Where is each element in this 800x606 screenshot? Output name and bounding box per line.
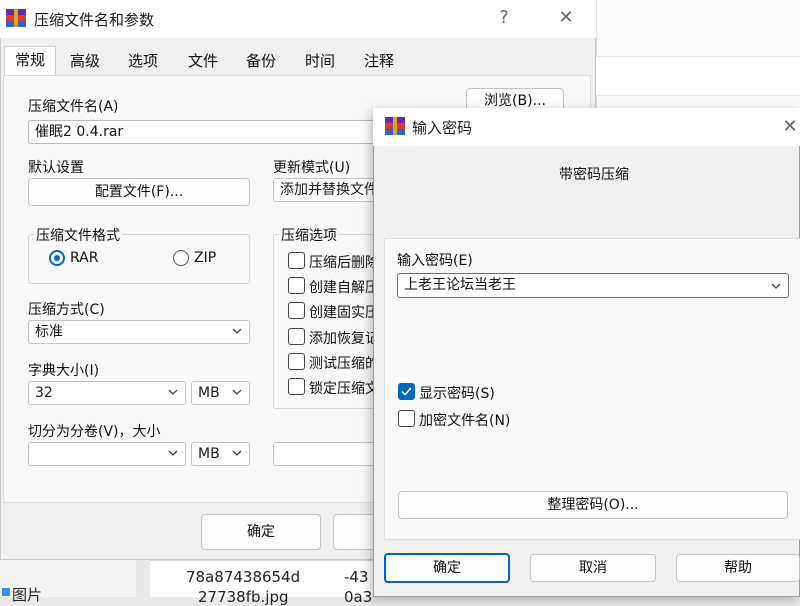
default-settings-label: 默认设置 <box>28 160 84 176</box>
compression-method-select[interactable]: 标准 <box>28 320 250 344</box>
option-lock-label[interactable]: 锁定压缩文 <box>309 378 379 398</box>
main-dialog-title: 压缩文件名和参数 <box>34 11 155 29</box>
option-checkbox[interactable] <box>288 378 305 395</box>
archive-name-input[interactable]: 催眠2 0.4.rar <box>28 120 378 144</box>
tab-files[interactable]: 文件 <box>180 48 226 74</box>
chevron-down-icon <box>232 450 242 456</box>
chevron-down-icon <box>168 389 178 395</box>
explorer-toolbar-strip <box>596 56 800 96</box>
chevron-down-icon[interactable] <box>770 280 782 292</box>
dictionary-size-select[interactable]: 32 <box>28 381 186 405</box>
password-ok-button[interactable]: 确定 <box>384 553 510 583</box>
pictures-folder-icon <box>2 588 10 596</box>
password-input[interactable]: 上老王论坛当老王 <box>397 273 789 298</box>
password-value: 上老王论坛当老王 <box>404 277 516 293</box>
profiles-button[interactable]: 配置文件(F)... <box>28 178 250 206</box>
file-name-cell[interactable]: -43 <box>344 568 369 586</box>
password-label: 输入密码(E) <box>397 253 473 269</box>
chevron-down-icon <box>168 450 178 456</box>
option-checkbox[interactable] <box>288 328 305 345</box>
format-rar-radio[interactable] <box>49 250 65 266</box>
file-name-cell[interactable]: 27738fb.jpg <box>198 588 289 606</box>
option-test-label[interactable]: 测试压缩的 <box>309 353 379 373</box>
encrypt-names-checkbox[interactable] <box>398 410 415 427</box>
option-create-sfx-label[interactable]: 创建自解压 <box>309 277 379 297</box>
option-solid-label[interactable]: 创建固实压 <box>309 302 379 322</box>
option-checkbox[interactable] <box>288 252 305 269</box>
archive-format-label: 压缩文件格式 <box>34 225 122 245</box>
compression-method-value: 标准 <box>35 324 63 340</box>
tab-options[interactable]: 选项 <box>120 48 166 74</box>
option-delete-after-label[interactable]: 压缩后删除 <box>309 252 379 272</box>
volume-options-select[interactable] <box>273 442 378 466</box>
option-recovery-label[interactable]: 添加恢复记 <box>309 328 379 348</box>
close-icon[interactable]: ✕ <box>556 8 576 28</box>
close-icon[interactable]: ✕ <box>780 117 800 137</box>
dictionary-size-value: 32 <box>35 385 53 401</box>
format-zip-radio[interactable] <box>173 250 189 266</box>
sidebar-item-pictures[interactable]: 图片 <box>12 584 42 605</box>
split-unit-value: MB <box>198 446 220 462</box>
format-zip-label[interactable]: ZIP <box>194 250 216 266</box>
split-unit-select[interactable]: MB <box>191 442 250 466</box>
show-password-label[interactable]: 显示密码(S) <box>419 383 495 403</box>
winrar-icon <box>6 9 26 27</box>
main-ok-button[interactable]: 确定 <box>201 514 321 550</box>
explorer-sidebar-divider[interactable] <box>136 560 150 597</box>
dictionary-size-label: 字典大小(I) <box>28 363 100 379</box>
tab-comment[interactable]: 注释 <box>356 48 402 74</box>
password-subtitle: 带密码压缩 <box>559 167 629 183</box>
dictionary-unit-select[interactable]: MB <box>191 381 250 405</box>
chevron-down-icon <box>232 389 242 395</box>
archiving-options-label: 压缩选项 <box>279 225 339 245</box>
option-checkbox[interactable] <box>288 302 305 319</box>
option-checkbox[interactable] <box>288 277 305 294</box>
archive-name-label: 压缩文件名(A) <box>28 99 119 115</box>
split-size-select[interactable] <box>28 442 186 466</box>
dictionary-unit-value: MB <box>198 385 220 401</box>
winrar-icon <box>385 117 405 135</box>
tab-general[interactable]: 常规 <box>4 46 56 76</box>
tab-time[interactable]: 时间 <box>297 48 343 74</box>
update-mode-label: 更新模式(U) <box>273 160 351 176</box>
help-icon[interactable]: ? <box>494 8 514 28</box>
update-mode-select[interactable]: 添加并替换文件 <box>273 178 378 202</box>
chevron-down-icon <box>232 328 242 334</box>
split-volumes-label: 切分为分卷(V)，大小 <box>28 424 161 440</box>
checkmark-icon <box>401 387 412 396</box>
show-password-checkbox[interactable] <box>398 383 415 400</box>
organize-passwords-button[interactable]: 整理密码(O)... <box>398 491 788 519</box>
password-dialog-title: 输入密码 <box>412 119 473 137</box>
file-name-cell[interactable]: 0a3 <box>344 588 372 606</box>
password-help-button[interactable]: 帮助 <box>676 554 800 582</box>
encrypt-names-label[interactable]: 加密文件名(N) <box>419 410 510 430</box>
password-cancel-button[interactable]: 取消 <box>530 554 656 582</box>
compression-method-label: 压缩方式(C) <box>28 302 105 318</box>
option-checkbox[interactable] <box>288 353 305 370</box>
file-name-cell[interactable]: 78a87438654d <box>186 568 300 586</box>
format-rar-label[interactable]: RAR <box>70 250 98 266</box>
tab-backup[interactable]: 备份 <box>238 48 284 74</box>
tab-advanced[interactable]: 高级 <box>62 48 108 74</box>
